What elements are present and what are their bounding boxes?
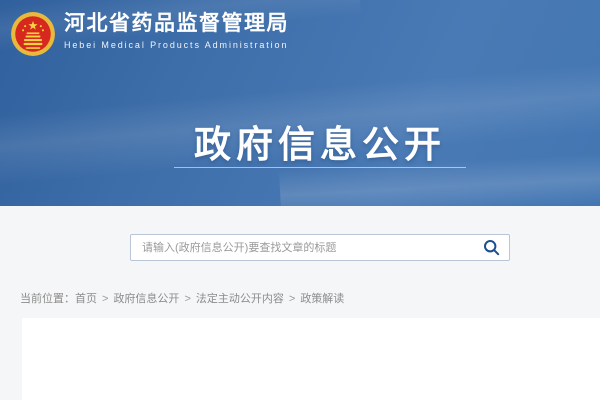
breadcrumb-separator: > xyxy=(289,293,295,305)
breadcrumb-item-statutory-disclosure[interactable]: 法定主动公开内容 xyxy=(196,293,284,305)
top-banner: 河北省药品监督管理局 Hebei Medical Products Admini… xyxy=(0,0,600,206)
page-title: 政府信息公开 xyxy=(40,114,600,168)
search-button[interactable] xyxy=(473,235,509,260)
breadcrumb-item-gov-info-disclosure[interactable]: 政府信息公开 xyxy=(113,293,179,305)
document-info-card: 索引号 FGWJ-2024-10009 主题分类 法规文件 / 政策解读 标题 … xyxy=(22,318,600,400)
breadcrumb-item-home[interactable]: 首页 xyxy=(75,293,97,305)
breadcrumb-separator: > xyxy=(184,293,190,305)
breadcrumb: 当前位置：首页 > 政府信息公开 > 法定主动公开内容 > 政策解读 xyxy=(20,290,344,306)
search-input[interactable] xyxy=(131,235,473,260)
page: 河北省药品监督管理局 Hebei Medical Products Admini… xyxy=(0,0,600,400)
site-header[interactable]: 河北省药品监督管理局 Hebei Medical Products Admini… xyxy=(10,11,289,57)
breadcrumb-label: 当前位置： xyxy=(20,293,75,305)
search-icon xyxy=(483,239,500,256)
agency-name: 河北省药品监督管理局 xyxy=(64,11,289,37)
agency-name-english: Hebei Medical Products Administration xyxy=(64,40,289,50)
china-national-emblem-icon xyxy=(10,11,56,57)
banner-divider xyxy=(174,167,466,168)
breadcrumb-item-policy-interpretation: 政策解读 xyxy=(300,293,344,305)
agency-title-block: 河北省药品监督管理局 Hebei Medical Products Admini… xyxy=(64,11,289,50)
search-box xyxy=(130,234,510,261)
breadcrumb-separator: > xyxy=(102,293,108,305)
